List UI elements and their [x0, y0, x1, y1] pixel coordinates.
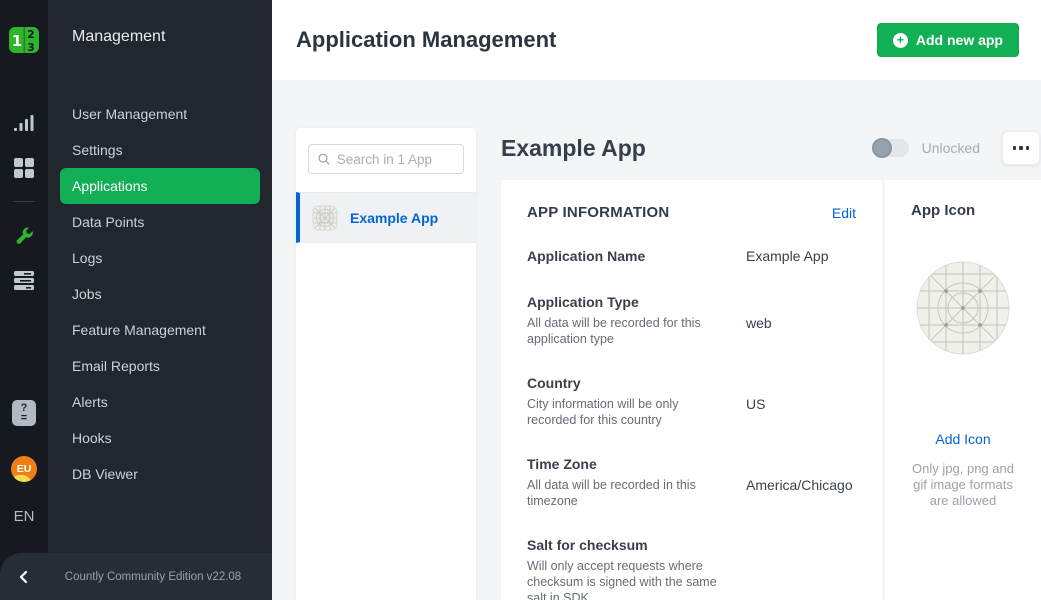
- app-icon-placeholder: [905, 261, 1021, 355]
- icon-grid-placeholder: [916, 261, 1010, 355]
- field-label: Application Name: [527, 247, 718, 266]
- content-area: Example App Example App Unlocked APP INF: [272, 80, 1041, 600]
- field-label: Salt for checksum: [527, 536, 718, 555]
- countly-logo-icon[interactable]: 1 2 3: [0, 24, 48, 56]
- app-search-box[interactable]: [308, 144, 464, 174]
- sidebar-item-user-management[interactable]: User Management: [60, 96, 260, 132]
- add-icon-link[interactable]: Add Icon: [935, 431, 990, 447]
- field-description: City information will be only recorded f…: [527, 396, 718, 428]
- sidebar-item-feature-management[interactable]: Feature Management: [60, 312, 260, 348]
- field-label: Country: [527, 374, 718, 393]
- edit-link[interactable]: Edit: [832, 205, 856, 221]
- chevron-left-icon: [17, 570, 31, 584]
- field-value: US: [746, 374, 765, 428]
- field-description: All data will be recorded in this timezo…: [527, 477, 718, 509]
- menu-title: Management: [48, 28, 272, 54]
- version-label: Countly Community Edition v22.08: [48, 571, 272, 583]
- detail-cards: APP INFORMATION Edit Application Name Ex…: [501, 180, 1041, 600]
- app-list-card: Example App: [296, 128, 476, 600]
- field-value: web: [746, 293, 772, 347]
- svg-text:1: 1: [12, 32, 22, 50]
- page-header: Application Management + Add new app: [272, 0, 1041, 80]
- toggle-knob: [872, 138, 892, 158]
- lock-toggle[interactable]: [873, 139, 909, 157]
- countly-logo-svg: 1 2 3: [8, 24, 40, 56]
- plus-icon: +: [893, 33, 908, 48]
- app-information-card: APP INFORMATION Edit Application Name Ex…: [501, 180, 882, 600]
- svg-text:2: 2: [27, 28, 35, 41]
- management-menu-panel: Management User Management Settings Appl…: [48, 0, 272, 600]
- sidebar-item-logs[interactable]: Logs: [60, 240, 260, 276]
- menu-list: User Management Settings Applications Da…: [48, 96, 272, 492]
- avatar-initials: EU: [11, 456, 37, 482]
- sidebar-item-settings[interactable]: Settings: [60, 132, 260, 168]
- field-label: Time Zone: [527, 455, 718, 474]
- field-description: All data will be recorded for this appli…: [527, 315, 718, 347]
- sidebar-item-jobs[interactable]: Jobs: [60, 276, 260, 312]
- add-new-app-button[interactable]: + Add new app: [877, 23, 1019, 57]
- app-information-title: APP INFORMATION: [527, 204, 832, 221]
- data-server-icon[interactable]: [0, 271, 48, 290]
- ellipsis-icon: [1013, 146, 1017, 150]
- lock-state-label: Unlocked: [922, 140, 980, 156]
- app-information-head: APP INFORMATION Edit: [527, 204, 856, 221]
- management-wrench-icon[interactable]: [0, 226, 48, 246]
- app-list-item-label: Example App: [350, 210, 438, 226]
- field-time-zone: Time Zone All data will be recorded in t…: [527, 455, 856, 509]
- question-document-icon: ? =: [12, 400, 36, 426]
- language-selector[interactable]: EN: [0, 508, 48, 525]
- detail-header: Example App Unlocked: [501, 128, 1041, 168]
- rail-divider: [0, 201, 48, 202]
- field-country: Country City information will be only re…: [527, 374, 856, 428]
- sidebar-item-hooks[interactable]: Hooks: [60, 420, 260, 456]
- search-icon: [317, 151, 331, 167]
- sidebar-footer: Countly Community Edition v22.08: [0, 553, 272, 600]
- collapse-sidebar-button[interactable]: [0, 570, 48, 584]
- field-label: Application Type: [527, 293, 718, 312]
- field-description: Will only accept requests where checksum…: [527, 558, 718, 600]
- sidebar-item-data-points[interactable]: Data Points: [60, 204, 260, 240]
- analytics-bar-chart-icon[interactable]: [0, 114, 48, 132]
- apps-grid-icon[interactable]: [0, 158, 48, 178]
- help-feedback-icon[interactable]: ? =: [0, 400, 48, 426]
- app-list-item-example-app[interactable]: Example App: [296, 192, 476, 243]
- main-area: Application Management + Add new app: [272, 0, 1041, 600]
- more-options-button[interactable]: [1002, 131, 1040, 165]
- icon-format-note: Only jpg, png and gif image formats are …: [905, 461, 1021, 509]
- search-wrap: [296, 128, 476, 192]
- icon-rail: 1 2 3: [0, 0, 48, 600]
- user-avatar[interactable]: EU: [0, 456, 48, 482]
- app-detail-panel: Example App Unlocked APP INFORMATION Edi…: [501, 128, 1041, 600]
- field-value: America/Chicago: [746, 455, 853, 509]
- sidebar-item-applications[interactable]: Applications: [60, 168, 260, 204]
- sidebar: 1 2 3: [0, 0, 272, 600]
- app-detail-title: Example App: [501, 135, 873, 162]
- search-input[interactable]: [337, 152, 455, 167]
- app-icon-card: App Icon: [885, 180, 1041, 600]
- field-salt-for-checksum: Salt for checksum Will only accept reque…: [527, 536, 856, 600]
- page-title: Application Management: [296, 27, 877, 53]
- svg-text:3: 3: [27, 41, 35, 54]
- field-application-type: Application Type All data will be record…: [527, 293, 856, 347]
- sidebar-item-email-reports[interactable]: Email Reports: [60, 348, 260, 384]
- sidebar-item-alerts[interactable]: Alerts: [60, 384, 260, 420]
- field-value: Example App: [746, 247, 829, 266]
- add-new-app-label: Add new app: [916, 32, 1003, 48]
- field-application-name: Application Name Example App: [527, 247, 856, 266]
- app-icon-title: App Icon: [905, 202, 1021, 219]
- app-thumbnail-icon: [312, 205, 338, 231]
- sidebar-item-db-viewer[interactable]: DB Viewer: [60, 456, 260, 492]
